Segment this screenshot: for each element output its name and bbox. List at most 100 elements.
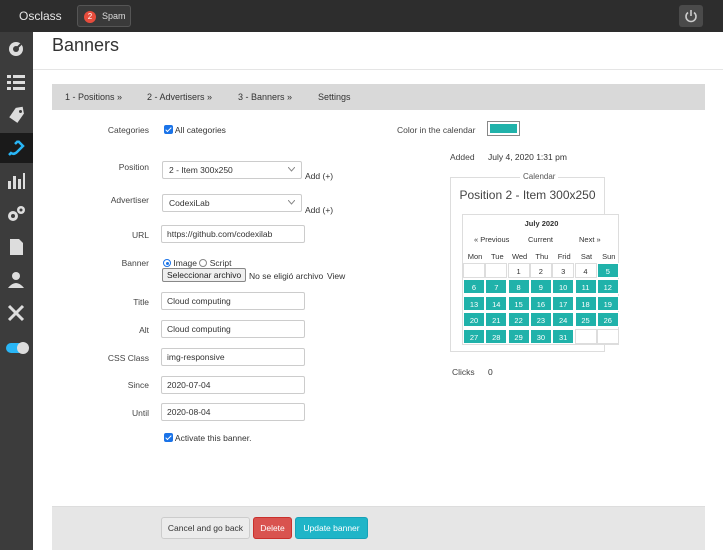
sidebar-item-users[interactable] <box>0 265 33 295</box>
url-input[interactable]: https://github.com/codexilab <box>161 225 305 243</box>
categories-label: Categories <box>107 125 149 135</box>
until-input[interactable]: 2020-08-04 <box>161 403 305 421</box>
calendar-day[interactable]: 7 <box>485 279 508 295</box>
logout-button[interactable] <box>679 5 703 27</box>
calendar-day[interactable]: 14 <box>485 295 508 311</box>
calendar-current[interactable]: Current <box>528 235 553 244</box>
sidebar <box>0 32 33 550</box>
tab-bar: 1 - Positions » 2 - Advertisers » 3 - Ba… <box>52 84 705 110</box>
calendar-day[interactable]: 26 <box>596 312 619 328</box>
view-banner-link[interactable]: View <box>327 271 345 281</box>
calendar-day[interactable]: 20 <box>463 312 485 328</box>
position-value: 2 - Item 300x250 <box>169 165 233 175</box>
page-icon <box>10 239 23 255</box>
advertiser-label: Advertiser <box>110 195 149 205</box>
calendar-day[interactable]: 31 <box>552 328 575 344</box>
calendar-weekday: Thu <box>535 252 549 261</box>
calendar-day[interactable]: 5 <box>596 263 619 278</box>
sidebar-item-dashboard[interactable] <box>0 33 33 63</box>
add-position-link[interactable]: Add (+) <box>305 171 333 181</box>
calendar-empty-cell <box>596 328 619 344</box>
calendar-day[interactable]: 28 <box>485 328 508 344</box>
update-banner-button[interactable]: Update banner <box>295 517 368 539</box>
image-radio[interactable] <box>163 259 171 267</box>
sidebar-item-plugins[interactable] <box>0 133 33 163</box>
sidebar-item-tags[interactable] <box>0 100 33 130</box>
calendar-day[interactable]: 18 <box>574 295 597 311</box>
tab-advertisers[interactable]: 2 - Advertisers » <box>147 92 212 102</box>
user-icon <box>8 272 24 288</box>
calendar-day[interactable]: 22 <box>507 312 530 328</box>
calendar-day[interactable]: 30 <box>529 328 552 344</box>
calendar-day[interactable]: 15 <box>507 295 530 311</box>
add-advertiser-link[interactable]: Add (+) <box>305 205 333 215</box>
calendar-day[interactable]: 4 <box>574 263 597 278</box>
calendar-day[interactable]: 21 <box>485 312 508 328</box>
activate-option[interactable]: Activate this banner. <box>164 433 251 443</box>
chart-icon <box>8 173 25 189</box>
sidebar-item-listings[interactable] <box>0 67 33 97</box>
all-categories-option[interactable]: All categories <box>164 125 226 135</box>
calendar-day[interactable]: 11 <box>574 279 597 295</box>
added-value: July 4, 2020 1:31 pm <box>488 152 567 162</box>
sidebar-item-tools[interactable] <box>0 298 33 328</box>
file-status-text: No se eligió archivo <box>249 271 324 281</box>
calendar-day[interactable]: 25 <box>574 312 597 328</box>
added-label: Added <box>450 152 475 162</box>
calendar-weekday: Mon <box>467 252 483 261</box>
calendar-day[interactable]: 2 <box>529 263 552 278</box>
clicks-label: Clicks <box>452 367 475 377</box>
until-label: Until <box>131 408 149 418</box>
calendar-day[interactable]: 8 <box>507 279 530 295</box>
calendar-day[interactable]: 3 <box>552 263 575 278</box>
cancel-button[interactable]: Cancel and go back <box>161 517 250 539</box>
calendar-day[interactable]: 23 <box>529 312 552 328</box>
file-select-button[interactable]: Seleccionar archivo <box>162 268 247 282</box>
spam-button[interactable]: 2 Spam <box>77 5 131 27</box>
calendar-prev[interactable]: « Previous <box>474 235 509 244</box>
alt-input[interactable]: Cloud computing <box>161 320 305 338</box>
sidebar-item-stats[interactable] <box>0 166 33 196</box>
calendar-weekday: Sat <box>580 252 593 261</box>
script-radio[interactable] <box>199 259 208 267</box>
calendar-day[interactable]: 12 <box>596 279 619 295</box>
top-bar: Osclass 2 Spam <box>0 0 723 32</box>
calendar-day[interactable]: 9 <box>529 279 552 295</box>
position-label: Position <box>118 162 149 172</box>
title-divider <box>33 69 723 70</box>
calendar-day[interactable]: 6 <box>463 279 485 295</box>
sidebar-item-settings[interactable] <box>0 199 33 229</box>
calendar-day[interactable]: 16 <box>529 295 552 311</box>
sidebar-item-pages[interactable] <box>0 232 33 262</box>
clicks-value: 0 <box>488 367 493 377</box>
tab-settings[interactable]: Settings <box>318 92 351 102</box>
title-input[interactable]: Cloud computing <box>161 292 305 310</box>
css-class-input[interactable]: img-responsive <box>161 348 305 366</box>
tab-banners[interactable]: 3 - Banners » <box>238 92 292 102</box>
calendar-day[interactable]: 29 <box>507 328 530 344</box>
calendar-day[interactable]: 13 <box>463 295 485 311</box>
title-label: Title <box>133 297 149 307</box>
banner-type-options: Image Script <box>163 258 231 268</box>
calendar-day[interactable]: 17 <box>552 295 575 311</box>
calendar-title: Position 2 - Item 300x250 <box>459 188 596 202</box>
advertiser-select[interactable]: CodexiLab <box>162 194 302 212</box>
calendar-day[interactable]: 19 <box>596 295 619 311</box>
activate-checkbox[interactable] <box>164 433 173 442</box>
calendar-day[interactable]: 27 <box>463 328 485 344</box>
position-select[interactable]: 2 - Item 300x250 <box>162 161 302 179</box>
delete-button[interactable]: Delete <box>253 517 292 539</box>
calendar-day[interactable]: 1 <box>507 263 530 278</box>
color-picker[interactable] <box>487 121 520 136</box>
calendar-next[interactable]: Next » <box>579 235 601 244</box>
color-label: Color in the calendar <box>397 125 476 135</box>
tools-icon <box>7 304 25 322</box>
tab-positions[interactable]: 1 - Positions » <box>65 92 122 102</box>
all-categories-checkbox[interactable] <box>164 125 173 134</box>
calendar-day[interactable]: 24 <box>552 312 575 328</box>
brand-name[interactable]: Osclass <box>19 9 62 23</box>
calendar-day[interactable]: 10 <box>552 279 575 295</box>
sidebar-item-toggle[interactable] <box>0 336 33 366</box>
since-input[interactable]: 2020-07-04 <box>161 376 305 394</box>
dashboard-icon <box>9 42 23 56</box>
